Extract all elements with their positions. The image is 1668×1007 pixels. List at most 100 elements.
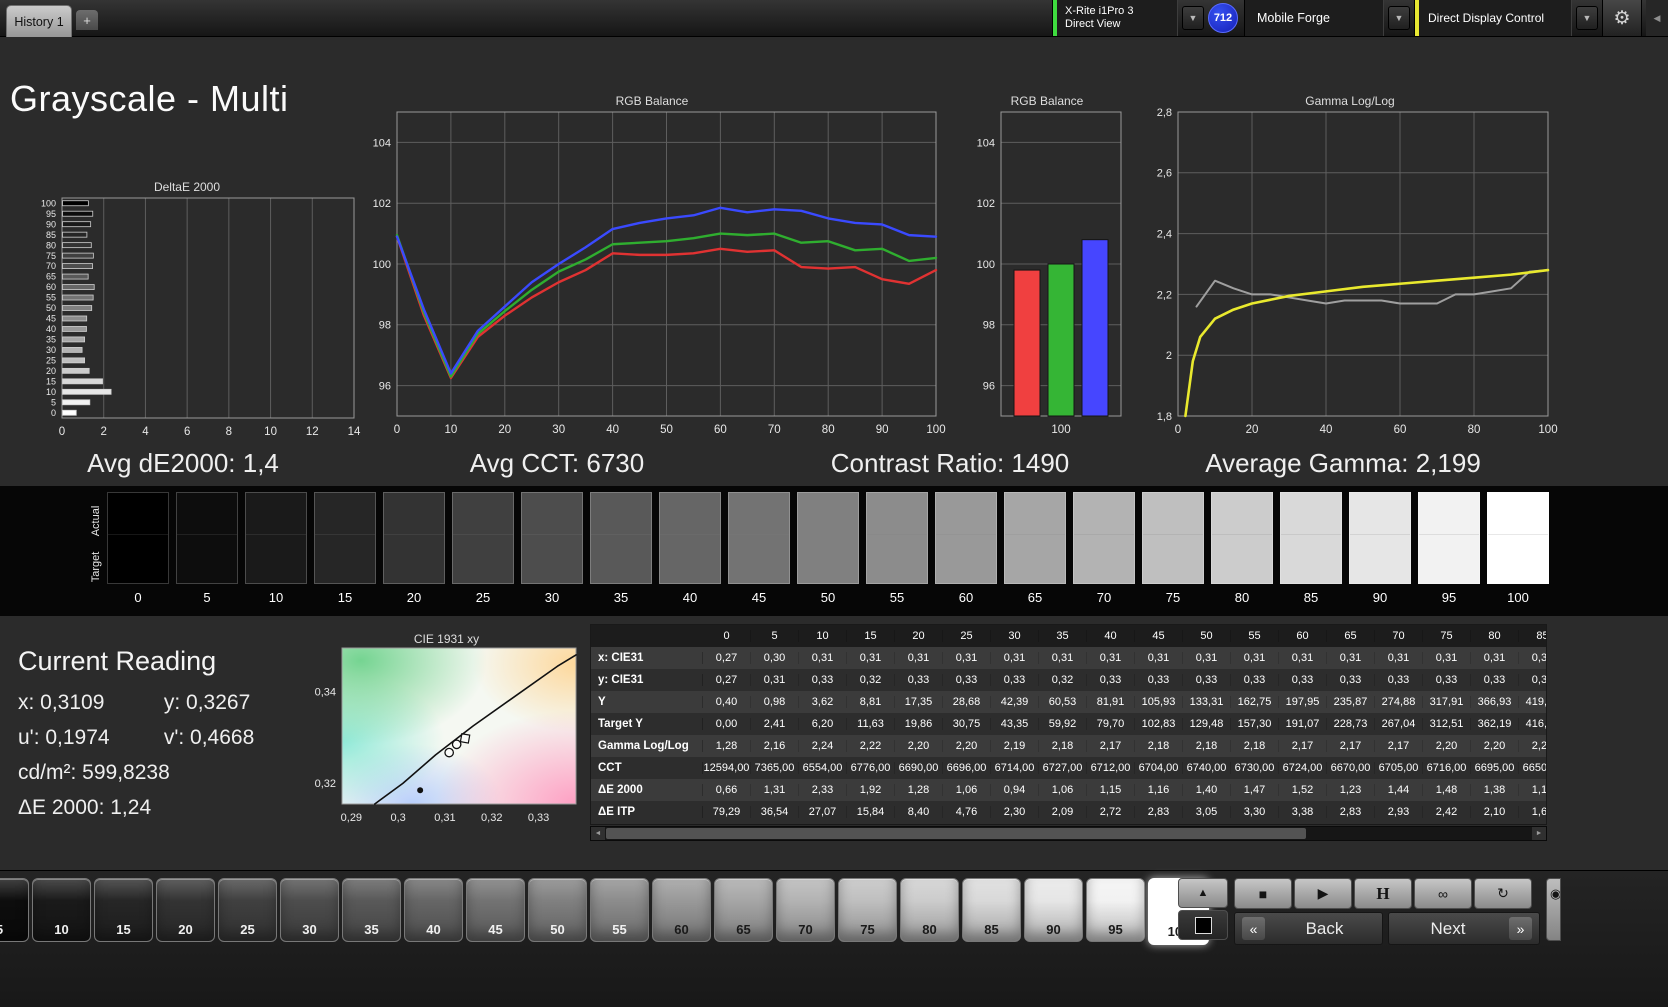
table-row: Y 0,40 0,98 3,62 8,81 17,35 28,68 42,39 60,53 81,… — [591, 691, 1546, 713]
svg-text:10: 10 — [46, 387, 56, 397]
table-cell: 2,42 — [1423, 806, 1471, 818]
table-cell: 2,18 — [1183, 740, 1231, 752]
scroll-right-arrow[interactable]: ► — [1532, 827, 1546, 840]
source-chevron-icon[interactable]: ▼ — [1388, 6, 1410, 30]
cie-chart: CIE 1931 xy 0,32 0,34 0,29 0,3 0,31 0,32 0,33 — [305, 630, 588, 830]
meter-dropdown[interactable]: X-Rite i1Pro 3 Direct View — [1052, 0, 1178, 36]
stop-button[interactable]: ■ — [1234, 878, 1292, 909]
level-45-button[interactable]: 45 — [466, 878, 525, 942]
level-30-button[interactable]: 30 — [280, 878, 339, 942]
level-75-button[interactable]: 75 — [838, 878, 897, 942]
table-cell: 0,00 — [703, 718, 751, 730]
table-row: CCT 12594,00 7365,00 6554,00 6776,00 6690,00 6… — [591, 757, 1546, 779]
display-control-chevron-icon[interactable]: ▼ — [1576, 6, 1598, 30]
level-50-button[interactable]: 50 — [528, 878, 587, 942]
table-cell: 0,33 — [1087, 674, 1135, 686]
svg-text:15: 15 — [46, 376, 56, 386]
svg-text:2,6: 2,6 — [1157, 168, 1172, 180]
scrollbar-thumb[interactable] — [606, 828, 1306, 839]
scroll-up-button[interactable]: ▲ — [1178, 878, 1228, 908]
level-65-button[interactable]: 65 — [714, 878, 773, 942]
level-85-button[interactable]: 85 — [962, 878, 1021, 942]
table-column-header: 65 — [1327, 630, 1375, 642]
svg-text:95: 95 — [46, 209, 56, 219]
table-header-row: 0510152025303540455055606570758085 — [591, 625, 1546, 647]
level-5-button[interactable]: 5 — [0, 878, 29, 942]
level-55-button[interactable]: 55 — [590, 878, 649, 942]
level-40-button[interactable]: 40 — [404, 878, 463, 942]
svg-text:20: 20 — [498, 424, 511, 436]
navigation-buttons: « Back Next » — [1234, 912, 1540, 945]
next-button[interactable]: Next » — [1388, 912, 1540, 945]
settings-button[interactable]: ⚙ — [1602, 0, 1642, 36]
pattern-window-button[interactable] — [1178, 910, 1228, 940]
meter-chevron-icon[interactable]: ▼ — [1182, 6, 1204, 30]
svg-text:60: 60 — [714, 424, 727, 436]
scroll-left-arrow[interactable]: ◄ — [591, 827, 605, 840]
source-dropdown[interactable]: Mobile Forge — [1244, 0, 1384, 36]
table-cell: 6554,00 — [799, 762, 847, 774]
table-cell: 2,20 — [1423, 740, 1471, 752]
tab-history-1[interactable]: History 1 — [6, 5, 72, 37]
collapse-panel-button[interactable]: ◀ — [1646, 0, 1668, 36]
swatch-level-label: 0 — [134, 590, 142, 605]
level-70-button[interactable]: 70 — [776, 878, 835, 942]
table-cell: 1,62 — [1519, 806, 1546, 818]
level-80-button[interactable]: 80 — [900, 878, 959, 942]
level-button-label: 25 — [240, 922, 255, 937]
table-cell: 0,33 — [799, 674, 847, 686]
table-cell: 6705,00 — [1375, 762, 1423, 774]
table-cell: 81,91 — [1087, 696, 1135, 708]
continuous-read-button[interactable]: ∞ — [1414, 878, 1472, 909]
level-25-button[interactable]: 25 — [218, 878, 277, 942]
table-row: Gamma Log/Log 1,28 2,16 2,24 2,22 2,20 2,20 2,1… — [591, 735, 1546, 757]
svg-text:104: 104 — [977, 137, 995, 149]
level-35-button[interactable]: 35 — [342, 878, 401, 942]
clipped-button[interactable]: ◉ — [1546, 878, 1561, 941]
level-button-label: 65 — [736, 922, 751, 937]
gray-swatch — [1142, 492, 1204, 584]
deltae-chart: DeltaE 2000 0 5 10 15 20 25 30 35 40 45 50 55 60 65 70… — [8, 178, 366, 448]
table-cell: 0,31 — [1423, 652, 1471, 664]
table-cell: 2,10 — [1471, 806, 1519, 818]
svg-text:40: 40 — [606, 424, 619, 436]
level-15-button[interactable]: 15 — [94, 878, 153, 942]
swatch-level-label: 50 — [820, 590, 836, 605]
table-column-header: 35 — [1039, 630, 1087, 642]
table-row-label: ΔE ITP — [591, 806, 703, 818]
page-title: Grayscale - Multi — [10, 78, 289, 119]
play-button[interactable]: ▶ — [1294, 878, 1352, 909]
table-row-label: x: CIE31 — [591, 652, 703, 664]
svg-text:30: 30 — [552, 424, 565, 436]
table-cell: 6727,00 — [1039, 762, 1087, 774]
level-60-button[interactable]: 60 — [652, 878, 711, 942]
table-cell: 6776,00 — [847, 762, 895, 774]
table-cell: 3,05 — [1183, 806, 1231, 818]
back-button[interactable]: « Back — [1234, 912, 1383, 945]
swatch-level-label: 55 — [889, 590, 905, 605]
level-95-button[interactable]: 95 — [1086, 878, 1145, 942]
avg-cct-stat: Avg CCT: 6730 — [469, 448, 645, 478]
table-cell: 0,31 — [1519, 652, 1546, 664]
table-cell: 15,84 — [847, 806, 895, 818]
table-cell: 197,95 — [1279, 696, 1327, 708]
measurement-count-badge[interactable]: 712 — [1208, 3, 1238, 33]
level-button-label: 5 — [0, 922, 28, 937]
table-cell: 0,27 — [703, 652, 751, 664]
level-10-button[interactable]: 10 — [32, 878, 91, 942]
gray-swatch — [590, 492, 652, 584]
table-cell: 157,30 — [1231, 718, 1279, 730]
display-control-dropdown[interactable]: Direct Display Control — [1414, 0, 1572, 36]
table-cell: 60,53 — [1039, 696, 1087, 708]
table-cell: 2,83 — [1327, 806, 1375, 818]
level-20-button[interactable]: 20 — [156, 878, 215, 942]
svg-text:100: 100 — [1538, 424, 1557, 436]
add-tab-button[interactable]: + — [76, 10, 98, 30]
svg-text:100: 100 — [926, 424, 945, 436]
table-scrollbar[interactable]: ◄ ► — [590, 826, 1547, 841]
pause-button[interactable]: H — [1354, 878, 1412, 909]
level-90-button[interactable]: 90 — [1024, 878, 1083, 942]
svg-text:96: 96 — [379, 380, 391, 392]
read-series-button[interactable]: ↻ — [1474, 878, 1532, 909]
table-column-header: 45 — [1135, 630, 1183, 642]
